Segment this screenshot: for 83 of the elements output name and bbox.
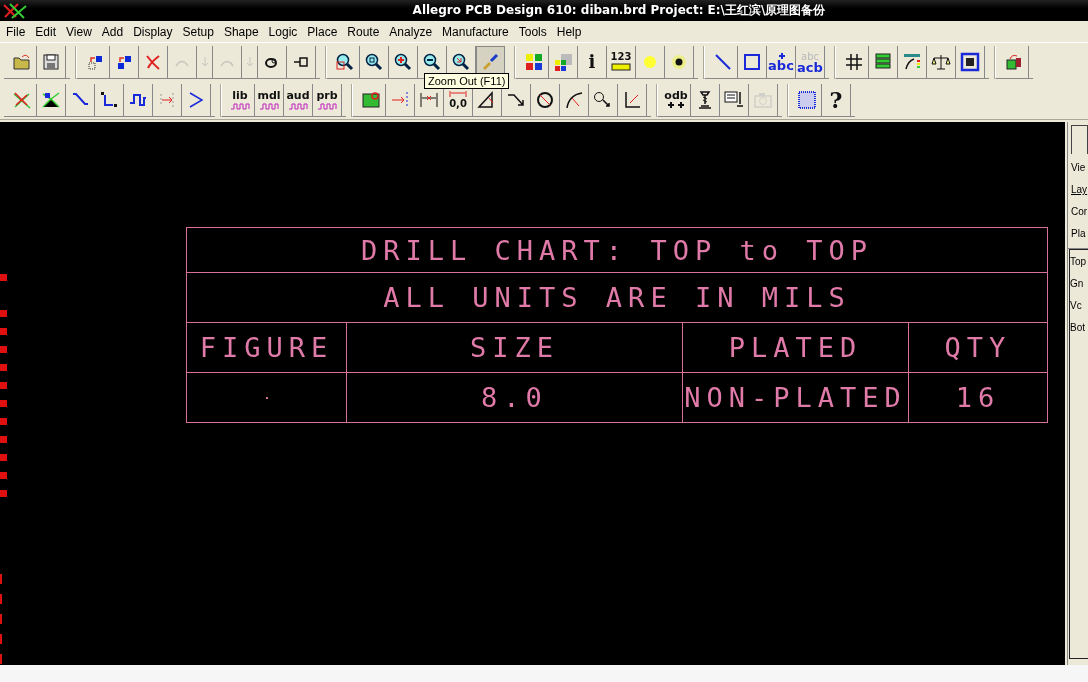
drill-chart-icon <box>724 89 744 110</box>
arc-icon <box>564 89 584 110</box>
column-header: FIGURE <box>199 332 334 363</box>
grid-icon <box>844 51 864 72</box>
frame-icon <box>960 51 980 72</box>
zoom-out-icon <box>422 51 442 72</box>
crossed-route-icon <box>12 89 32 110</box>
panel-label: Pla <box>1071 228 1087 241</box>
panel-label: Vie <box>1071 162 1087 175</box>
layer-item[interactable]: Gn <box>1070 278 1088 292</box>
layer-item[interactable]: Bot <box>1070 322 1088 336</box>
pad <box>0 472 7 479</box>
toolbar-button[interactable]: odb <box>662 83 691 116</box>
menu-item[interactable]: Logic <box>263 24 303 39</box>
column-header: PLATED <box>728 332 863 363</box>
pulse-icon <box>317 100 337 110</box>
pad <box>0 364 7 371</box>
pad <box>0 490 7 497</box>
pad <box>0 346 7 353</box>
menu-item[interactable]: Setup <box>177 24 219 39</box>
toolbar-button[interactable]: abc <box>767 45 796 78</box>
pulse-icon <box>259 100 279 110</box>
chart-title: DRILL CHART: TOP to TOP <box>361 234 873 266</box>
menu-item[interactable]: Shape <box>218 24 264 39</box>
layer-item[interactable]: Top <box>1070 256 1088 270</box>
pad <box>0 436 7 443</box>
pulse-icon <box>230 100 250 110</box>
down-arrow-icon <box>245 56 254 67</box>
menu-item[interactable]: View <box>61 24 97 39</box>
pad <box>0 310 7 317</box>
toolbar-button[interactable]: aud <box>284 83 313 116</box>
zoom-previous-icon <box>451 51 471 72</box>
window-title: Allegro PCB Design 610: diban.brd Project: E:\王红滨\原理图备份 <box>411 2 827 19</box>
net-icon <box>41 89 61 110</box>
layer-item[interactable]: Vc <box>1070 300 1088 314</box>
panel-tab[interactable] <box>1071 125 1088 154</box>
table-cell: NON-PLATED <box>684 382 907 413</box>
table-cell: 8.0 <box>481 382 548 413</box>
pad <box>0 418 7 425</box>
plus-icon <box>776 52 786 60</box>
panel-link[interactable]: Lay <box>1071 184 1088 198</box>
corner-icon <box>622 89 642 110</box>
pad <box>0 274 7 281</box>
color-grid-icon <box>524 51 544 72</box>
menu-item[interactable]: File <box>1 24 31 39</box>
pad <box>0 454 7 461</box>
menu-item[interactable]: Place <box>302 24 343 39</box>
toolbar-button[interactable]: mdl <box>255 83 284 116</box>
units-note: ALL UNITS ARE IN MILS <box>383 282 851 313</box>
table-cell: 16 <box>955 382 1001 413</box>
menu-item[interactable]: Analyze <box>384 24 438 39</box>
panel-label: Cor <box>1071 206 1088 219</box>
line-icon <box>713 51 733 72</box>
menu-item[interactable]: Display <box>128 24 178 39</box>
down-arrow-icon <box>200 56 209 67</box>
pad <box>0 400 7 407</box>
dimension-icon <box>448 90 468 98</box>
menu-item[interactable]: Manufacture <box>437 24 514 39</box>
pad <box>0 328 7 335</box>
menu-item[interactable]: Route <box>342 24 385 39</box>
zoom-fit-icon <box>335 51 355 72</box>
color-grid-icon <box>553 51 573 72</box>
dotted-square-icon <box>797 89 817 110</box>
column-header: SIZE <box>470 332 559 363</box>
zoom-window-icon <box>364 51 384 72</box>
circle-icon <box>535 89 555 110</box>
menu-item[interactable]: Help <box>551 24 587 39</box>
circled-arrow-icon <box>593 89 613 110</box>
l-route-icon <box>99 89 119 110</box>
tooltip: Zoom Out (F11) <box>424 73 510 89</box>
rectangle-icon <box>742 51 762 72</box>
figure-symbol <box>265 396 268 399</box>
zoom-in-icon <box>393 51 413 72</box>
pad <box>0 382 7 389</box>
layers-icon <box>873 51 893 72</box>
menu-item[interactable]: Tools <box>513 24 552 39</box>
menu-item[interactable]: Add <box>96 24 129 39</box>
ruler-icon <box>610 62 632 71</box>
menu-item[interactable]: Edit <box>30 24 62 39</box>
board-icon <box>361 89 381 110</box>
column-header: QTY <box>944 332 1012 363</box>
plus-icon <box>666 101 686 109</box>
pulse-icon <box>288 100 308 110</box>
